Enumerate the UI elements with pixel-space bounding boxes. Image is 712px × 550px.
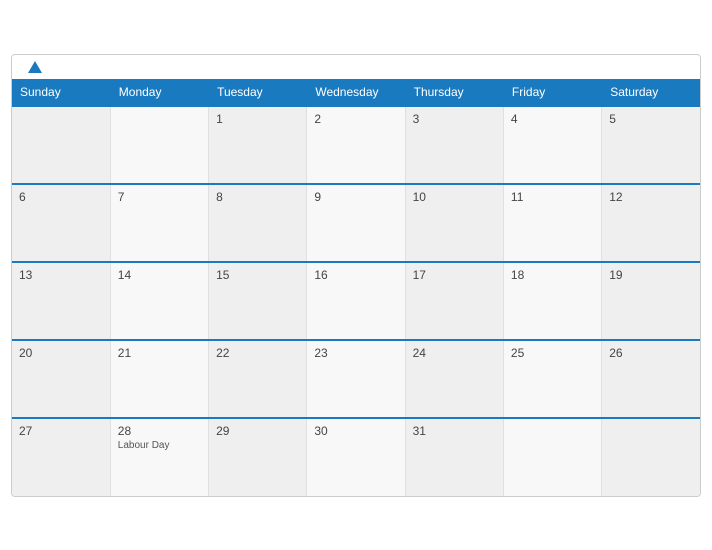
weekday-header-row: SundayMondayTuesdayWednesdayThursdayFrid… — [12, 79, 700, 106]
calendar-cell: 23 — [307, 340, 405, 418]
calendar-cell: 19 — [602, 262, 700, 340]
calendar-cell: 5 — [602, 106, 700, 184]
day-number: 11 — [511, 190, 594, 204]
day-number: 13 — [19, 268, 103, 282]
weekday-header-monday: Monday — [110, 79, 208, 106]
calendar-cell: 17 — [405, 262, 503, 340]
calendar-cell: 31 — [405, 418, 503, 496]
calendar-cell: 29 — [209, 418, 307, 496]
week-row-0: 1 2 3 4 5 — [12, 106, 700, 184]
week-row-1: 6 7 8 9 10 11 12 — [12, 184, 700, 262]
weekday-header-thursday: Thursday — [405, 79, 503, 106]
weekday-header-friday: Friday — [503, 79, 601, 106]
week-row-3: 20 21 22 23 24 25 26 — [12, 340, 700, 418]
day-number: 21 — [118, 346, 201, 360]
logo-triangle-icon — [28, 61, 42, 73]
calendar-grid: SundayMondayTuesdayWednesdayThursdayFrid… — [12, 79, 700, 496]
calendar-cell: 3 — [405, 106, 503, 184]
calendar-container: SundayMondayTuesdayWednesdayThursdayFrid… — [11, 54, 701, 497]
day-number: 30 — [314, 424, 397, 438]
day-number: 7 — [118, 190, 201, 204]
calendar-cell: 9 — [307, 184, 405, 262]
day-number: 19 — [609, 268, 693, 282]
calendar-cell: 7 — [110, 184, 208, 262]
calendar-cell: 15 — [209, 262, 307, 340]
calendar-cell: 20 — [12, 340, 110, 418]
calendar-cell: 30 — [307, 418, 405, 496]
day-number: 29 — [216, 424, 299, 438]
calendar-cell — [12, 106, 110, 184]
day-number: 4 — [511, 112, 594, 126]
weekday-header-wednesday: Wednesday — [307, 79, 405, 106]
calendar-cell: 13 — [12, 262, 110, 340]
logo-blue-text — [28, 61, 44, 73]
day-number: 1 — [216, 112, 299, 126]
weekday-header-saturday: Saturday — [602, 79, 700, 106]
weekday-header-tuesday: Tuesday — [209, 79, 307, 106]
calendar-cell: 10 — [405, 184, 503, 262]
calendar-cell: 8 — [209, 184, 307, 262]
calendar-cell: 22 — [209, 340, 307, 418]
calendar-cell — [602, 418, 700, 496]
calendar-cell: 12 — [602, 184, 700, 262]
day-number: 16 — [314, 268, 397, 282]
day-number: 9 — [314, 190, 397, 204]
day-number: 24 — [413, 346, 496, 360]
calendar-cell: 26 — [602, 340, 700, 418]
calendar-cell: 28 Labour Day — [110, 418, 208, 496]
week-row-4: 27 28 Labour Day 29 30 31 — [12, 418, 700, 496]
day-number: 28 — [118, 424, 201, 438]
holiday-label: Labour Day — [118, 440, 201, 451]
week-row-2: 13 14 15 16 17 18 19 — [12, 262, 700, 340]
day-number: 12 — [609, 190, 693, 204]
day-number: 5 — [609, 112, 693, 126]
day-number: 22 — [216, 346, 299, 360]
calendar-cell: 27 — [12, 418, 110, 496]
calendar-cell: 6 — [12, 184, 110, 262]
day-number: 15 — [216, 268, 299, 282]
day-number: 14 — [118, 268, 201, 282]
calendar-cell: 4 — [503, 106, 601, 184]
day-number: 10 — [413, 190, 496, 204]
weekday-header-sunday: Sunday — [12, 79, 110, 106]
calendar-cell: 11 — [503, 184, 601, 262]
day-number: 20 — [19, 346, 103, 360]
day-number: 3 — [413, 112, 496, 126]
day-number: 27 — [19, 424, 103, 438]
calendar-cell: 2 — [307, 106, 405, 184]
day-number: 8 — [216, 190, 299, 204]
calendar-cell — [110, 106, 208, 184]
day-number: 6 — [19, 190, 103, 204]
calendar-cell: 1 — [209, 106, 307, 184]
day-number: 18 — [511, 268, 594, 282]
calendar-cell: 16 — [307, 262, 405, 340]
calendar-cell — [503, 418, 601, 496]
calendar-cell: 18 — [503, 262, 601, 340]
day-number: 17 — [413, 268, 496, 282]
calendar-cell: 25 — [503, 340, 601, 418]
day-number: 31 — [413, 424, 496, 438]
day-number: 25 — [511, 346, 594, 360]
day-number: 2 — [314, 112, 397, 126]
day-number: 23 — [314, 346, 397, 360]
day-number: 26 — [609, 346, 693, 360]
logo — [28, 61, 44, 73]
calendar-cell: 21 — [110, 340, 208, 418]
calendar-cell: 14 — [110, 262, 208, 340]
calendar-header — [12, 55, 700, 79]
calendar-cell: 24 — [405, 340, 503, 418]
